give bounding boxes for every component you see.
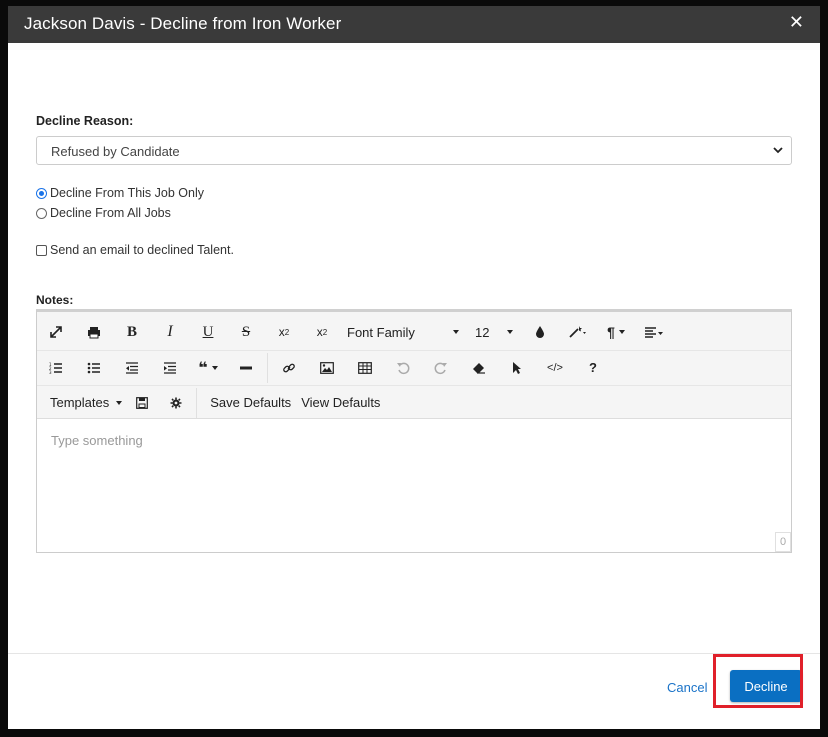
print-icon[interactable] <box>75 317 113 347</box>
toolbar-row-2: 123 ❝ </> ? <box>37 350 791 384</box>
templates-dropdown[interactable]: Templates <box>47 395 125 410</box>
chevron-down-icon <box>507 330 514 334</box>
email-checkbox-input[interactable] <box>36 244 47 256</box>
dialog-header: Jackson Davis - Decline from Iron Worker… <box>8 6 820 43</box>
chevron-down-icon <box>771 143 785 157</box>
email-declined-talent-checkbox[interactable]: Send an email to declined Talent. <box>36 243 234 257</box>
view-defaults-button[interactable]: View Defaults <box>298 395 383 410</box>
close-icon[interactable]: ✕ <box>789 12 804 33</box>
help-icon[interactable]: ? <box>574 353 612 383</box>
svg-text:3: 3 <box>49 370 52 374</box>
quote-icon[interactable]: ❝ <box>189 353 227 383</box>
undo-icon[interactable] <box>384 353 422 383</box>
radio-all-jobs-input[interactable] <box>36 207 47 219</box>
decline-reason-select[interactable]: Refused by Candidate <box>36 136 792 165</box>
decline-dialog: Jackson Davis - Decline from Iron Worker… <box>0 0 828 737</box>
table-icon[interactable] <box>346 353 384 383</box>
notes-text-area[interactable]: Type something <box>37 419 791 552</box>
subscript-icon[interactable]: x2 <box>265 317 303 347</box>
decline-button[interactable]: Decline <box>730 670 802 702</box>
ordered-list-icon[interactable]: 123 <box>37 353 75 383</box>
character-counter: 0 <box>775 532 791 552</box>
underline-icon[interactable]: U <box>189 317 227 347</box>
toolbar-row-3: Templates Save Defaults View Defaults <box>37 385 791 419</box>
font-size-value: 12 <box>475 324 490 340</box>
cancel-button[interactable]: Cancel <box>667 680 707 695</box>
select-icon[interactable] <box>498 353 536 383</box>
dialog-title: Jackson Davis - Decline from Iron Worker <box>24 14 342 33</box>
paragraph-icon[interactable]: ¶ <box>597 317 635 347</box>
code-icon[interactable]: </> <box>536 353 574 383</box>
notes-label: Notes: <box>36 293 74 307</box>
templates-label: Templates <box>50 395 110 410</box>
link-icon[interactable] <box>270 353 308 383</box>
image-icon[interactable] <box>308 353 346 383</box>
toolbar-separator <box>196 387 198 418</box>
notes-editor: B I U S x2 x2 Font Family 12 ¶ 1 2 3 ❝ <… <box>36 309 792 553</box>
radio-this-job-label: Decline From This Job Only <box>50 186 204 200</box>
magic-icon[interactable] <box>559 317 597 347</box>
save-icon[interactable] <box>125 388 159 418</box>
eraser-icon[interactable] <box>460 353 498 383</box>
radio-decline-this-job[interactable]: Decline From This Job Only <box>36 186 204 200</box>
editor-toolbar: B I U S x2 x2 Font Family 12 ¶ 1 2 3 ❝ <… <box>37 312 791 419</box>
chevron-down-icon <box>452 330 459 334</box>
radio-decline-all-jobs[interactable]: Decline From All Jobs <box>36 206 171 220</box>
font-size-dropdown[interactable]: 12 <box>469 325 521 340</box>
strikethrough-icon[interactable]: S <box>227 317 265 347</box>
redo-icon[interactable] <box>422 353 460 383</box>
radio-all-jobs-label: Decline From All Jobs <box>50 206 171 220</box>
font-family-dropdown[interactable]: Font Family <box>341 325 469 340</box>
email-checkbox-label: Send an email to declined Talent. <box>50 243 234 257</box>
hr-icon[interactable] <box>227 353 265 383</box>
italic-icon[interactable]: I <box>151 317 189 347</box>
color-icon[interactable] <box>521 317 559 347</box>
notes-placeholder: Type something <box>51 433 143 448</box>
superscript-icon[interactable]: x2 <box>303 317 341 347</box>
font-family-value: Font Family <box>347 324 415 340</box>
fullscreen-icon[interactable] <box>37 317 75 347</box>
toolbar-row-1: B I U S x2 x2 Font Family 12 ¶ <box>37 315 791 349</box>
gear-icon[interactable] <box>159 388 193 418</box>
bold-icon[interactable]: B <box>113 317 151 347</box>
toolbar-separator <box>267 352 268 383</box>
indent-icon[interactable] <box>151 353 189 383</box>
radio-this-job-input[interactable] <box>36 187 47 199</box>
chevron-down-icon <box>116 400 123 405</box>
save-defaults-button[interactable]: Save Defaults <box>207 395 294 410</box>
unordered-list-icon[interactable] <box>75 353 113 383</box>
outdent-icon[interactable] <box>113 353 151 383</box>
decline-reason-value: Refused by Candidate <box>51 144 180 159</box>
decline-reason-label: Decline Reason: <box>36 114 134 128</box>
align-icon[interactable] <box>635 317 673 347</box>
footer-divider <box>8 653 820 654</box>
